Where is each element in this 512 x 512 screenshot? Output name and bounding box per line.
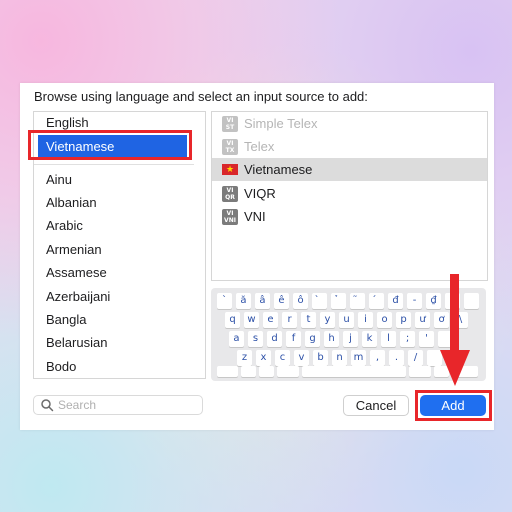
keyboard-key: , — [370, 350, 385, 366]
keyboard-key: ` — [217, 293, 232, 309]
keyboard-key-modifier — [409, 366, 431, 377]
keyboard-key: l — [381, 331, 396, 347]
keyboard-key: a — [229, 331, 244, 347]
list-divider — [34, 164, 194, 165]
keyboard-key-modifier — [302, 366, 406, 377]
language-item[interactable]: Assamese — [46, 265, 107, 281]
keyboard-key: e — [263, 312, 278, 328]
keyboard-key: - — [407, 293, 422, 309]
keyboard-key: ê — [274, 293, 289, 309]
highlight-box-add — [415, 390, 492, 421]
keyboard-key: ̀ — [312, 293, 327, 309]
keyboard-key: j — [343, 331, 358, 347]
keyboard-key: ₫ — [426, 293, 441, 309]
search-input[interactable] — [58, 398, 198, 412]
keyboard-key: s — [248, 331, 263, 347]
source-label: Telex — [244, 139, 275, 154]
keyboard-key: b — [313, 350, 328, 366]
keyboard-key-modifier — [277, 366, 299, 377]
language-item[interactable]: Arabic — [46, 218, 83, 234]
keyboard-key: ́ — [369, 293, 384, 309]
source-item-vietnamese[interactable]: ★ Vietnamese — [212, 158, 487, 181]
source-label: VIQR — [244, 186, 276, 201]
source-item-vni[interactable]: VI VNI VNI — [212, 205, 487, 228]
keyboard-key: ̃ — [350, 293, 365, 309]
keyboard-key: x — [256, 350, 271, 366]
language-item[interactable]: Belarusian — [46, 335, 107, 351]
vi-tx-icon: VI TX — [222, 139, 238, 155]
dialog-prompt: Browse using language and select an inpu… — [34, 89, 368, 104]
keyboard-key: h — [324, 331, 339, 347]
keyboard-key: đ — [388, 293, 403, 309]
keyboard-key: ̉ — [331, 293, 346, 309]
source-label: Simple Telex — [244, 116, 318, 131]
keyboard-key: â — [255, 293, 270, 309]
search-icon — [41, 399, 54, 412]
add-input-source-dialog: Browse using language and select an inpu… — [20, 83, 494, 430]
keyboard-key: f — [286, 331, 301, 347]
keyboard-key: u — [339, 312, 354, 328]
input-source-list[interactable]: VI ST Simple Telex VI TX Telex ★ Vietnames… — [211, 111, 488, 281]
keyboard-key: i — [358, 312, 373, 328]
arrow-down-icon — [440, 274, 470, 386]
keyboard-key: q — [225, 312, 240, 328]
keyboard-key: k — [362, 331, 377, 347]
keyboard-key: d — [267, 331, 282, 347]
language-item-english[interactable]: English — [46, 115, 89, 131]
source-label: Vietnamese — [244, 162, 313, 177]
language-item[interactable]: Bodo — [46, 359, 76, 375]
keyboard-key: ; — [400, 331, 415, 347]
keyboard-key: n — [332, 350, 347, 366]
keyboard-key: c — [275, 350, 290, 366]
keyboard-key: ' — [419, 331, 434, 347]
vi-vni-icon: VI VNI — [222, 209, 238, 225]
highlight-box-vietnamese — [28, 130, 192, 160]
keyboard-key: . — [389, 350, 404, 366]
keyboard-key: v — [294, 350, 309, 366]
keyboard-key: ô — [293, 293, 308, 309]
keyboard-key-modifier — [259, 366, 274, 377]
keyboard-key: z — [237, 350, 252, 366]
vi-st-icon: VI ST — [222, 116, 238, 132]
keyboard-key-modifier — [241, 366, 256, 377]
language-item[interactable]: Ainu — [46, 172, 72, 188]
language-item[interactable]: Albanian — [46, 195, 97, 211]
source-item-simple-telex[interactable]: VI ST Simple Telex — [212, 112, 487, 135]
source-label: VNI — [244, 209, 266, 224]
keyboard-key-modifier — [217, 366, 238, 377]
keyboard-key: r — [282, 312, 297, 328]
keyboard-key: y — [320, 312, 335, 328]
source-item-telex[interactable]: VI TX Telex — [212, 135, 487, 158]
source-item-viqr[interactable]: VI QR VIQR — [212, 182, 487, 205]
keyboard-key: w — [244, 312, 259, 328]
language-item[interactable]: Bangla — [46, 312, 86, 328]
keyboard-key: t — [301, 312, 316, 328]
search-field[interactable] — [33, 395, 203, 415]
language-item[interactable]: Armenian — [46, 242, 102, 258]
cancel-button[interactable]: Cancel — [343, 395, 409, 416]
keyboard-key: / — [408, 350, 423, 366]
keyboard-key: o — [377, 312, 392, 328]
language-item[interactable]: Azerbaijani — [46, 289, 110, 305]
keyboard-key: p — [396, 312, 411, 328]
keyboard-key: g — [305, 331, 320, 347]
vietnam-flag-icon: ★ — [222, 164, 238, 175]
keyboard-key: m — [351, 350, 366, 366]
keyboard-key: ă — [236, 293, 251, 309]
vi-qr-icon: VI QR — [222, 186, 238, 202]
keyboard-key: ư — [415, 312, 430, 328]
